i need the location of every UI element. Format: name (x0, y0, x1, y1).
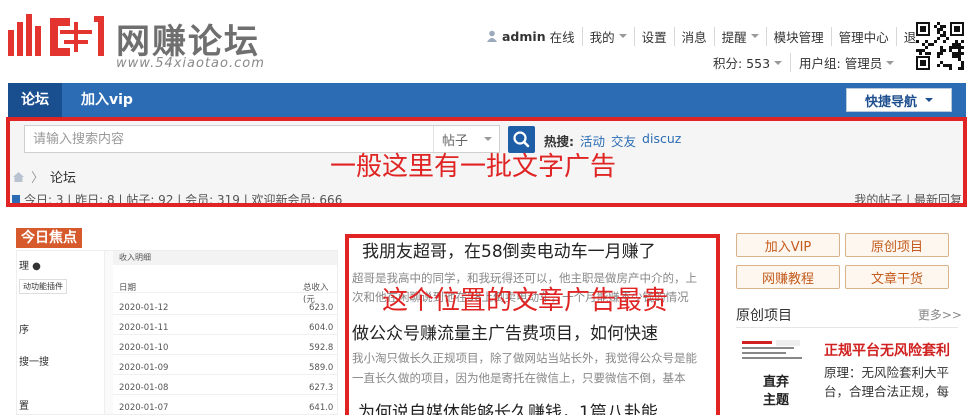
reminders-menu[interactable]: 提醒 (715, 26, 767, 46)
focus-image-table: 收入明细 日期 总收入(元 2020-01-12 623.0 2020-01-11 6… (113, 251, 337, 414)
article-ad-annotation-box (345, 234, 720, 415)
logo-mark-icon (8, 14, 104, 56)
focus-row-amount: 627.3 (309, 383, 334, 393)
focus-row-amount: 604.0 (309, 323, 334, 333)
focus-row-date: 2020-01-09 (119, 363, 169, 373)
qr-code-icon (916, 22, 964, 70)
focus-table-row: 2020-01-08 627.3 (113, 381, 337, 395)
user-icon (487, 30, 497, 42)
user-group-menu[interactable]: 用户组: 管理员 (791, 53, 902, 72)
focus-title: 今日焦点 (16, 228, 82, 248)
focus-side-item: 理 ● (19, 261, 41, 272)
original-desc: 台，合理合法正规，每 (824, 384, 950, 399)
user-bar-secondary: 积分: 553 用户组: 管理员 (713, 53, 902, 72)
more-link[interactable]: 更多>> (918, 306, 962, 323)
focus-row-date: 2020-01-11 (119, 323, 169, 333)
user-bar: admin 在线 我的 设置 消息 提醒 模块管理 管理中心 退出 (486, 26, 929, 46)
focus-side-item: 序 (19, 325, 29, 336)
original-headline[interactable]: 正规平台无风险套利 (824, 340, 950, 360)
tab-forum[interactable]: 论坛 (8, 83, 62, 117)
admin-center-label: 管理中心 (838, 29, 889, 45)
messages-label: 消息 (681, 29, 707, 45)
focus-row-date: 2020-01-12 (119, 303, 169, 313)
focus-row-amount: 641.0 (309, 403, 334, 413)
focus-col-date: 日期 (119, 283, 137, 293)
focus-row-date: 2020-01-08 (119, 383, 169, 393)
join-vip-button[interactable]: 加入VIP (736, 233, 840, 257)
chevron-down-icon (618, 34, 627, 38)
focus-side-item: 动功能插件 (19, 279, 67, 294)
focus-row-date: 2020-01-10 (119, 343, 169, 353)
focus-row-date: 2020-01-07 (119, 403, 169, 413)
points-label: 积分: 553 (713, 56, 771, 71)
focus-row-amount: 623.0 (309, 303, 334, 313)
original-section-title: 原创项目 (736, 308, 792, 324)
admin-center-link[interactable]: 管理中心 (832, 26, 897, 46)
original-projects-button[interactable]: 原创项目 (845, 233, 949, 257)
original-desc: 原理：无风险套利大平 (824, 365, 950, 380)
mine-label: 我的 (589, 29, 615, 45)
focus-side-item: 置 (19, 401, 29, 412)
username-link[interactable]: admin (502, 29, 546, 44)
settings-link[interactable]: 设置 (635, 26, 675, 46)
focus-table-row: 2020-01-12 623.0 (113, 301, 337, 315)
articles-button[interactable]: 文章干货 (845, 265, 949, 289)
focus-row-amount: 589.0 (309, 363, 334, 373)
online-status: 在线 (549, 29, 575, 45)
points-menu[interactable]: 积分: 553 (713, 53, 792, 72)
reminders-label: 提醒 (721, 29, 747, 45)
chevron-down-icon (774, 60, 783, 65)
article-ad-annotation: 这个位置的文章广告最贵 (382, 286, 669, 316)
main-nav: 论坛 加入vip 快捷导航 (8, 83, 966, 117)
focus-table-header: 日期 总收入(元 (113, 279, 337, 305)
original-thumbnail[interactable]: 直弃 主题 (736, 333, 816, 415)
search-ad-annotation: 一般这里有一批文字广告 (330, 152, 617, 182)
focus-image[interactable]: 理 ● 动功能插件 序 搜一搜 置 收入明细 日期 总收入(元 2020-01-… (16, 250, 338, 415)
focus-table-row: 2020-01-09 589.0 (113, 361, 337, 375)
page: 网赚论坛 www.54xiaotao.com admin 在线 我的 设置 消息… (0, 0, 974, 415)
focus-side-item: 搜一搜 (19, 357, 49, 368)
chevron-down-icon (886, 60, 895, 65)
site-url: www.54xiaotao.com (116, 56, 265, 71)
focus-image-sidebar: 理 ● 动功能插件 序 搜一搜 置 (17, 251, 105, 414)
mine-menu[interactable]: 我的 (583, 26, 635, 46)
focus-row-amount: 592.8 (309, 343, 334, 353)
user-status: admin 在线 (486, 26, 583, 46)
focus-table-row: 2020-01-11 604.0 (113, 321, 337, 335)
thumbnail-caption: 主题 (762, 393, 789, 408)
tutorial-button[interactable]: 网赚教程 (736, 265, 840, 289)
settings-label: 设置 (641, 29, 667, 45)
chevron-down-icon (750, 34, 759, 38)
quick-nav-label: 快捷导航 (864, 94, 917, 110)
focus-table-row: 2020-01-07 641.0 (113, 401, 337, 414)
module-admin-label: 模块管理 (773, 29, 824, 45)
module-admin-link[interactable]: 模块管理 (767, 26, 832, 46)
site-logo[interactable]: 网赚论坛 www.54xiaotao.com (8, 6, 278, 76)
tab-join-vip[interactable]: 加入vip (68, 83, 146, 117)
user-group-label: 用户组: 管理员 (799, 56, 883, 71)
focus-table-row: 2020-01-10 592.8 (113, 341, 337, 355)
focus-table-title: 收入明细 (113, 251, 337, 265)
chevron-down-icon (925, 98, 933, 102)
thumbnail-caption: 直弃 (762, 375, 789, 390)
thumbnail-graphic-icon (742, 340, 802, 359)
messages-link[interactable]: 消息 (675, 26, 715, 46)
quick-nav-button[interactable]: 快捷导航 (846, 88, 952, 112)
divider (736, 327, 958, 328)
